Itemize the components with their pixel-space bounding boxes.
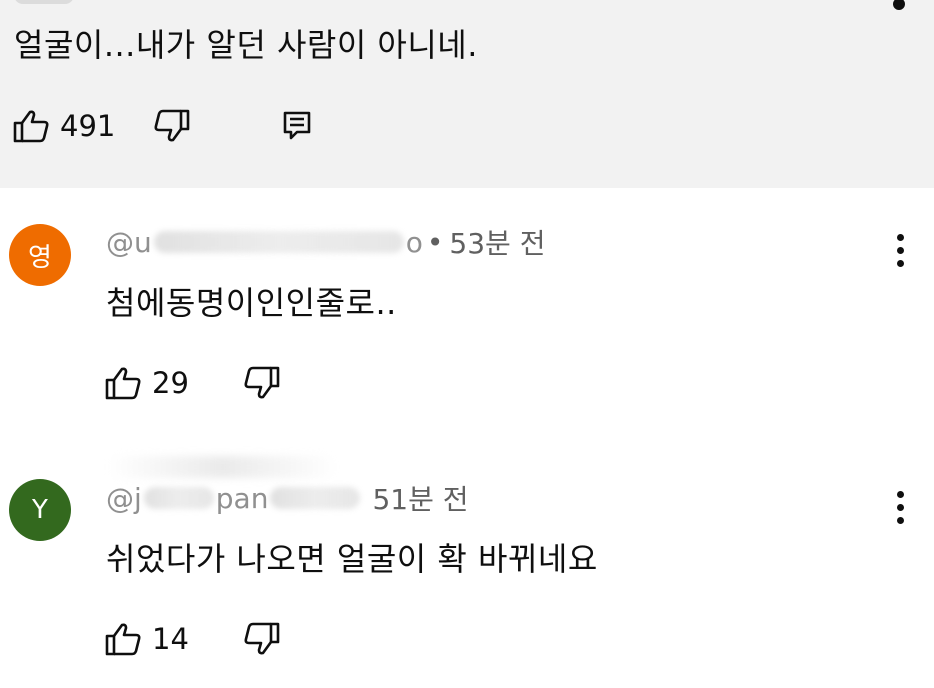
redacted-blur bbox=[105, 456, 335, 478]
comment-actions: 491 bbox=[12, 106, 317, 146]
thumb-up-icon[interactable] bbox=[104, 363, 144, 403]
avatar[interactable]: Y bbox=[9, 479, 71, 541]
separator-dot: • bbox=[426, 225, 444, 259]
comment-text: 얼굴이...내가 알던 사람이 아니네. bbox=[14, 26, 478, 64]
author-handle-redacted bbox=[143, 487, 214, 509]
comments-page: 얼굴이...내가 알던 사람이 아니네. 491 영 @u o • 53분 전 … bbox=[0, 0, 934, 688]
thumb-up-icon[interactable] bbox=[12, 106, 52, 146]
avatar-letter: Y bbox=[32, 495, 48, 525]
comment-time: 51분 전 bbox=[372, 483, 469, 516]
author-handle-redacted bbox=[270, 487, 361, 509]
author-handle-redacted bbox=[153, 231, 404, 253]
like-count: 29 bbox=[152, 366, 189, 400]
comment-header-partial bbox=[14, 0, 74, 4]
comment-actions: 14 bbox=[104, 619, 281, 659]
author-handle-mid: pan bbox=[215, 481, 269, 515]
comment-text: 첨에동명이인인줄로.. bbox=[106, 284, 397, 322]
comment-time: 53분 전 bbox=[449, 227, 546, 260]
author-handle-suffix: o bbox=[405, 225, 423, 259]
comment-actions: 29 bbox=[104, 363, 281, 403]
thumb-down-icon[interactable] bbox=[241, 619, 281, 659]
highlighted-comment: 얼굴이...내가 알던 사람이 아니네. 491 bbox=[0, 0, 934, 188]
thumb-down-icon[interactable] bbox=[151, 106, 191, 146]
more-vert-icon[interactable] bbox=[880, 230, 920, 270]
more-vert-icon[interactable] bbox=[893, 0, 905, 10]
thumb-up-icon[interactable] bbox=[104, 619, 144, 659]
comment-meta: @j pan 51분 전 bbox=[106, 478, 469, 518]
comment-meta: @u o • 53분 전 bbox=[106, 222, 545, 262]
avatar-letter: 영 bbox=[28, 242, 52, 273]
author-handle-prefix[interactable]: @j bbox=[106, 482, 142, 515]
like-count: 14 bbox=[152, 622, 189, 656]
more-vert-icon[interactable] bbox=[880, 487, 920, 527]
comment-text: 쉬었다가 나오면 얼굴이 확 바뀌네요 bbox=[106, 540, 598, 578]
thumb-down-icon[interactable] bbox=[241, 363, 281, 403]
like-count: 491 bbox=[60, 109, 116, 143]
reply-icon[interactable] bbox=[277, 106, 317, 146]
author-handle-prefix[interactable]: @u bbox=[106, 226, 152, 259]
avatar[interactable]: 영 bbox=[9, 224, 71, 286]
